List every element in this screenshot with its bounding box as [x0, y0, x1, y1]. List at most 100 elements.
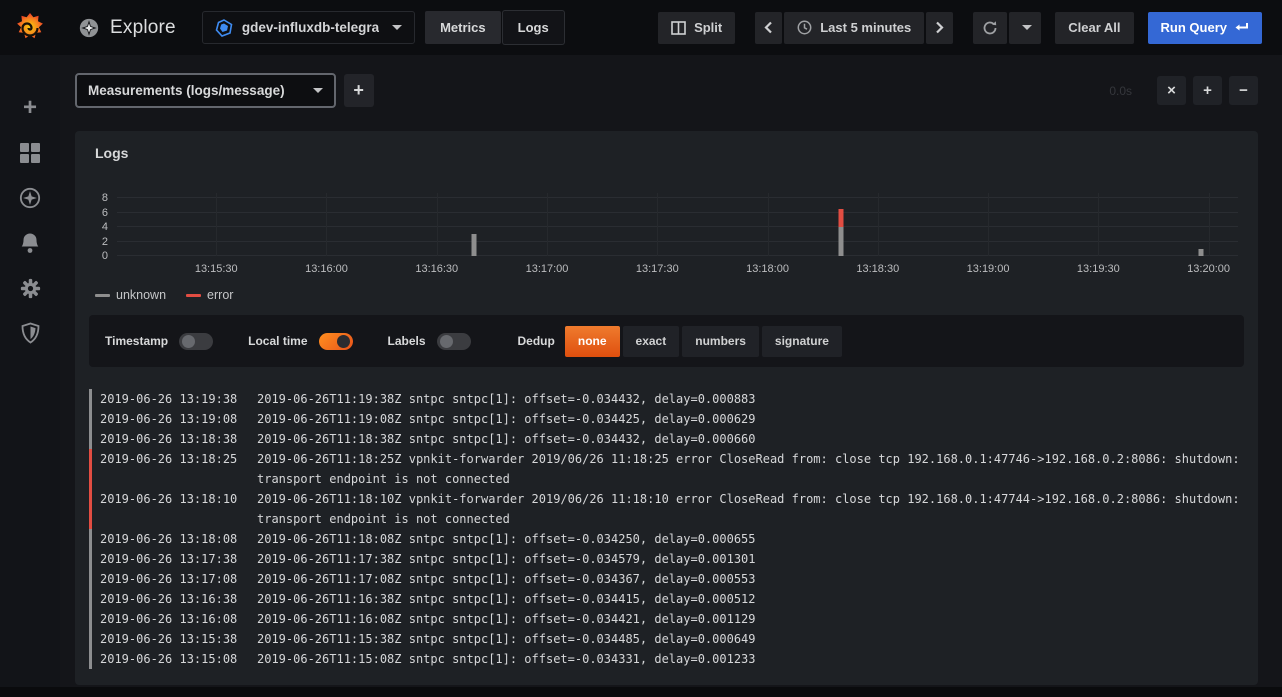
- refresh-interval-dropdown[interactable]: [1009, 12, 1041, 44]
- split-button[interactable]: Split: [658, 12, 735, 44]
- dashboards-icon: [20, 143, 40, 163]
- labels-toggle[interactable]: [437, 333, 471, 350]
- log-row[interactable]: 2019-06-26 13:16:082019-06-26T11:16:08Z …: [89, 609, 1244, 629]
- tab-metrics[interactable]: Metrics: [425, 11, 501, 44]
- sidebar-item-alerting[interactable]: [19, 232, 41, 254]
- logs-panel-title: Logs: [95, 145, 128, 161]
- log-row[interactable]: 2019-06-26 13:18:082019-06-26T11:18:08Z …: [89, 529, 1244, 549]
- y-gridline: [117, 255, 1238, 256]
- dedup-option-numbers[interactable]: numbers: [682, 326, 759, 357]
- log-timestamp: 2019-06-26 13:17:38: [100, 549, 240, 569]
- log-row[interactable]: 2019-06-26 13:17:382019-06-26T11:17:38Z …: [89, 549, 1244, 569]
- dedup-option-exact[interactable]: exact: [623, 326, 680, 357]
- y-axis-tick-label: 8: [102, 192, 108, 204]
- x-gridline: [988, 193, 989, 256]
- dedup-option-none[interactable]: none: [565, 326, 620, 357]
- log-row[interactable]: 2019-06-26 13:19:38 2019-06-26T11:19:38Z …: [89, 389, 1244, 409]
- chevron-down-icon: [1022, 25, 1032, 30]
- x-gridline: [547, 193, 548, 256]
- page-title: Explore: [110, 17, 176, 39]
- log-row[interactable]: 2019-06-26 13:17:082019-06-26T11:17:08Z …: [89, 569, 1244, 589]
- x-gridline: [1098, 193, 1099, 256]
- time-range-button[interactable]: Last 5 minutes: [784, 12, 924, 44]
- log-timestamp: 2019-06-26 13:16:38: [100, 589, 240, 609]
- x-axis-tick-label: 13:18:00: [746, 263, 789, 275]
- window-bottom-strip: [0, 687, 1282, 697]
- y-gridline: [117, 226, 1238, 227]
- log-display-controls: Timestamp Local time Labels Dedup noneex…: [89, 315, 1244, 367]
- sidebar-item-create[interactable]: +: [19, 97, 41, 119]
- timestamp-toggle-label: Timestamp: [105, 334, 168, 348]
- log-row[interactable]: 2019-06-26 13:16:38 2019-06-26T11:16:38Z …: [89, 589, 1244, 609]
- x-gridline: [657, 193, 658, 256]
- legend-item[interactable]: unknown: [95, 288, 166, 302]
- log-timestamp: 2019-06-26 13:19:38: [100, 389, 240, 409]
- query-editor-row: Measurements (logs/message) + 0.0s × + −: [75, 73, 1258, 108]
- time-shift-forward-button[interactable]: [926, 12, 953, 44]
- log-message: 2019-06-26T11:16:08Z sntpc sntpc[1]: off…: [257, 609, 1244, 629]
- log-timestamp: 2019-06-26 13:18:38: [100, 429, 240, 449]
- legend-label: unknown: [116, 288, 166, 302]
- log-timestamp: 2019-06-26 13:19:08: [100, 409, 240, 429]
- log-row[interactable]: 2019-06-26 13:15:082019-06-26T11:15:08Z …: [89, 649, 1244, 669]
- histogram-bar-unknown[interactable]: [839, 227, 844, 256]
- x-axis-tick-label: 13:20:00: [1187, 263, 1230, 275]
- split-label: Split: [694, 20, 722, 35]
- y-axis-tick-label: 4: [102, 221, 108, 233]
- histogram-bar-unknown[interactable]: [471, 234, 476, 256]
- tab-logs[interactable]: Logs: [503, 11, 564, 44]
- measurements-dropdown[interactable]: Measurements (logs/message): [75, 73, 336, 108]
- datasource-picker[interactable]: gdev-influxdb-telegra: [202, 11, 415, 44]
- dedup-options: noneexactnumberssignature: [565, 326, 842, 357]
- top-navbar: Explore gdev-influxdb-telegra Metrics Lo…: [0, 0, 1282, 55]
- y-gridline: [117, 241, 1238, 242]
- query-elapsed-time: 0.0s: [1109, 84, 1132, 98]
- sidebar-item-explore[interactable]: [19, 187, 41, 209]
- clock-icon: [797, 20, 812, 35]
- y-axis-tick-label: 6: [102, 207, 108, 219]
- legend-item[interactable]: error: [186, 288, 233, 302]
- plus-icon: +: [23, 98, 37, 118]
- sidebar-item-configuration[interactable]: [19, 277, 41, 299]
- x-axis-tick-label: 13:17:30: [636, 263, 679, 275]
- time-range-label: Last 5 minutes: [820, 20, 911, 35]
- y-axis-tick-label: 0: [102, 250, 108, 262]
- x-axis-tick-label: 13:19:30: [1077, 263, 1120, 275]
- x-axis-tick-label: 13:18:30: [856, 263, 899, 275]
- legend-label: error: [207, 288, 233, 302]
- bell-icon: [20, 232, 40, 254]
- log-row[interactable]: 2019-06-26 13:18:38 2019-06-26T11:18:38Z …: [89, 429, 1244, 449]
- sidebar-item-server-admin[interactable]: [19, 322, 41, 344]
- explore-mode-tabs: Metrics Logs: [425, 11, 564, 44]
- histogram-bar-unknown[interactable]: [1199, 249, 1204, 256]
- sidebar-item-dashboards[interactable]: [19, 142, 41, 164]
- log-row[interactable]: 2019-06-26 13:18:102019-06-26T11:18:10Z …: [89, 489, 1244, 529]
- x-axis-tick-label: 13:16:00: [305, 263, 348, 275]
- log-message: 2019-06-26T11:16:38Z sntpc sntpc[1]: off…: [257, 589, 1244, 609]
- log-message: 2019-06-26T11:19:38Z sntpc sntpc[1]: off…: [257, 389, 1244, 409]
- log-row[interactable]: 2019-06-26 13:15:382019-06-26T11:15:38Z …: [89, 629, 1244, 649]
- compass-icon: [19, 187, 41, 209]
- x-gridline: [878, 193, 879, 256]
- refresh-button[interactable]: [973, 12, 1007, 44]
- grafana-logo[interactable]: [0, 0, 60, 55]
- split-icon: [671, 21, 686, 35]
- labels-toggle-label: Labels: [388, 334, 426, 348]
- add-query-row-button[interactable]: +: [1193, 76, 1222, 105]
- timestamp-toggle[interactable]: [179, 333, 213, 350]
- log-row[interactable]: 2019-06-26 13:18:252019-06-26T11:18:25Z …: [89, 449, 1244, 489]
- run-query-button[interactable]: Run Query: [1148, 12, 1262, 44]
- x-axis-tick-label: 13:19:00: [967, 263, 1010, 275]
- collapse-query-button[interactable]: −: [1229, 76, 1258, 105]
- time-shift-back-button[interactable]: [755, 12, 782, 44]
- remove-query-button[interactable]: ×: [1157, 76, 1186, 105]
- dedup-option-signature[interactable]: signature: [762, 326, 842, 357]
- log-row[interactable]: 2019-06-26 13:19:082019-06-26T11:19:08Z …: [89, 409, 1244, 429]
- histogram-bar-error[interactable]: [839, 209, 844, 227]
- y-gridline: [117, 197, 1238, 198]
- clear-all-button[interactable]: Clear All: [1055, 12, 1133, 44]
- log-message: 2019-06-26T11:18:38Z sntpc sntpc[1]: off…: [257, 429, 1244, 449]
- local-time-toggle[interactable]: [319, 333, 353, 350]
- logs-histogram[interactable]: 0246813:15:3013:16:0013:16:3013:17:0013:…: [117, 193, 1238, 256]
- add-field-button[interactable]: +: [344, 74, 374, 107]
